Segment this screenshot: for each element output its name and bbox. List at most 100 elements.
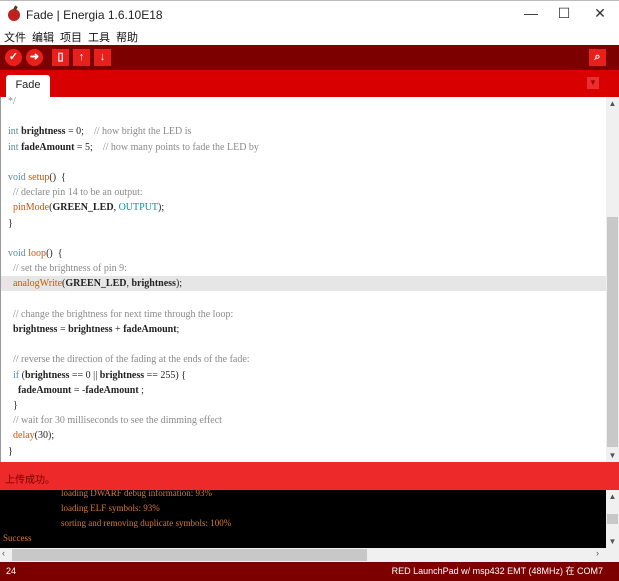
code-token: */: [8, 97, 16, 107]
code-token: if: [8, 369, 22, 381]
code-token: // change the brightness for next time t…: [8, 308, 234, 320]
code-token: delay: [8, 430, 35, 442]
menu-help[interactable]: 帮助: [116, 29, 138, 45]
window-title: Fade | Energia 1.6.10E18: [26, 8, 163, 22]
code-line: // reverse the direction of the fading a…: [8, 352, 250, 367]
code-token: // reverse the direction of the fading a…: [8, 354, 250, 366]
console-output: loading DWARF debug information: 93% load…: [0, 490, 606, 548]
close-button[interactable]: ✕: [585, 5, 615, 22]
code-line: pinMode(GREEN_LED, OUTPUT);: [8, 200, 164, 215]
editor-vertical-scrollbar[interactable]: ▲ ▼: [606, 97, 619, 462]
console-line: loading DWARF debug information: 93%: [61, 490, 212, 498]
code-token: (30);: [34, 430, 55, 442]
code-line: void setup() {: [8, 170, 66, 185]
code-token: () {: [49, 172, 66, 183]
menu-sketch[interactable]: 项目: [60, 29, 82, 45]
code-line: analogWrite(GREEN_LED, brightness);: [8, 276, 182, 291]
new-button[interactable]: ▯: [52, 49, 69, 66]
tab-fade[interactable]: Fade: [6, 75, 50, 97]
code-token: fadeAmount: [123, 324, 177, 335]
energia-app-icon: [8, 9, 20, 21]
code-token: );: [175, 278, 183, 290]
upload-button[interactable]: ➜: [26, 49, 43, 66]
code-token: ;: [138, 384, 144, 396]
console-line: Success: [3, 533, 32, 543]
code-line: int brightness = 0; // how bright the LE…: [8, 124, 191, 139]
code-token: void: [8, 172, 29, 183]
code-token: =: [57, 324, 69, 335]
code-token: OUTPUT: [118, 202, 159, 214]
code-line: delay(30);: [8, 428, 54, 443]
menu-file[interactable]: 文件: [4, 29, 26, 45]
code-token: // how many points to fade the LED by: [102, 141, 259, 153]
title-bar: Fade | Energia 1.6.10E18 — ☐ ✕: [0, 0, 619, 29]
code-token: () {: [46, 248, 63, 259]
console-scroll-thumb[interactable]: [607, 514, 618, 524]
code-token: GREEN_LED: [52, 202, 114, 214]
code-token: // wait for 30 milliseconds to see the d…: [8, 415, 222, 427]
code-line: */: [8, 97, 16, 109]
status-footer: 24 RED LaunchPad w/ msp432 EMT (48MHz) 在…: [0, 562, 619, 581]
code-token: == 0 ||: [69, 369, 100, 381]
code-token: brightness: [24, 369, 70, 381]
console-scroll-up-icon[interactable]: ▲: [606, 492, 619, 501]
console-line: sorting and removing duplicate symbols: …: [61, 518, 232, 528]
code-token: brightness: [21, 126, 66, 138]
code-token: brightness: [99, 369, 145, 381]
code-token: ;: [176, 324, 180, 335]
toolbar: ✓ ➜ ▯ ↑ ↓ ⌕: [0, 45, 619, 70]
code-line: }: [8, 398, 18, 413]
scroll-left-icon[interactable]: ‹: [2, 548, 5, 558]
tab-bar: Fade ▼: [0, 70, 619, 97]
code-token: pinMode: [8, 202, 50, 214]
code-token: // declare pin 14 to be an output:: [8, 187, 143, 199]
console-hscroll-thumb[interactable]: [12, 549, 367, 561]
maximize-button[interactable]: ☐: [549, 5, 579, 22]
code-token: }: [8, 400, 18, 411]
code-token: brightness: [8, 324, 58, 335]
code-line: }: [8, 216, 13, 231]
console-horizontal-scrollbar[interactable]: ‹ ›: [0, 548, 619, 562]
code-token: = 0;: [65, 126, 94, 138]
serial-monitor-button[interactable]: ⌕: [589, 49, 606, 66]
scroll-up-icon[interactable]: ▲: [606, 99, 619, 108]
console-scroll-down-icon[interactable]: ▼: [606, 537, 619, 546]
tab-menu-button[interactable]: ▼: [587, 77, 599, 89]
verify-button[interactable]: ✓: [5, 49, 22, 66]
code-line: void loop() {: [8, 246, 63, 261]
code-line: // set the brightness of pin 9:: [8, 261, 127, 276]
code-line: if (brightness == 0 || brightness == 255…: [8, 368, 186, 383]
code-line: }: [8, 444, 13, 459]
board-port-info: RED LaunchPad w/ msp432 EMT (48MHz) 在 CO…: [391, 566, 603, 576]
code-token: +: [112, 324, 124, 335]
code-token: = 5;: [74, 141, 103, 153]
open-button[interactable]: ↑: [73, 49, 90, 66]
code-editor[interactable]: */ int brightness = 0; // how bright the …: [0, 97, 606, 462]
code-token: int: [8, 141, 22, 153]
editor-scroll-thumb[interactable]: [607, 217, 618, 447]
code-token: = -: [71, 384, 86, 396]
code-line: brightness = brightness + fadeAmount;: [8, 322, 179, 337]
scroll-right-icon[interactable]: ›: [596, 548, 599, 558]
code-line: int fadeAmount = 5; // how many points t…: [8, 140, 259, 155]
code-token: loop: [28, 248, 47, 259]
menu-tools[interactable]: 工具: [88, 29, 110, 45]
code-token: GREEN_LED: [65, 278, 127, 290]
code-token: brightness: [68, 324, 113, 335]
code-token: // set the brightness of pin 9:: [8, 263, 127, 275]
code-token: void: [8, 248, 29, 259]
code-token: }: [8, 217, 13, 229]
code-line: // change the brightness for next time t…: [8, 307, 233, 322]
scroll-down-icon[interactable]: ▼: [606, 451, 619, 460]
line-number: 24: [6, 566, 17, 576]
code-token: }: [8, 445, 13, 457]
code-token: int: [8, 126, 22, 138]
minimize-button[interactable]: —: [516, 5, 546, 21]
code-token: );: [158, 202, 165, 214]
code-token: fadeAmount: [21, 141, 75, 153]
menu-edit[interactable]: 编辑: [32, 29, 54, 45]
code-line: // wait for 30 milliseconds to see the d…: [8, 413, 222, 428]
save-button[interactable]: ↓: [94, 49, 111, 66]
status-message: 上传成功。: [0, 462, 619, 490]
console-vertical-scrollbar[interactable]: ▲ ▼: [606, 490, 619, 548]
